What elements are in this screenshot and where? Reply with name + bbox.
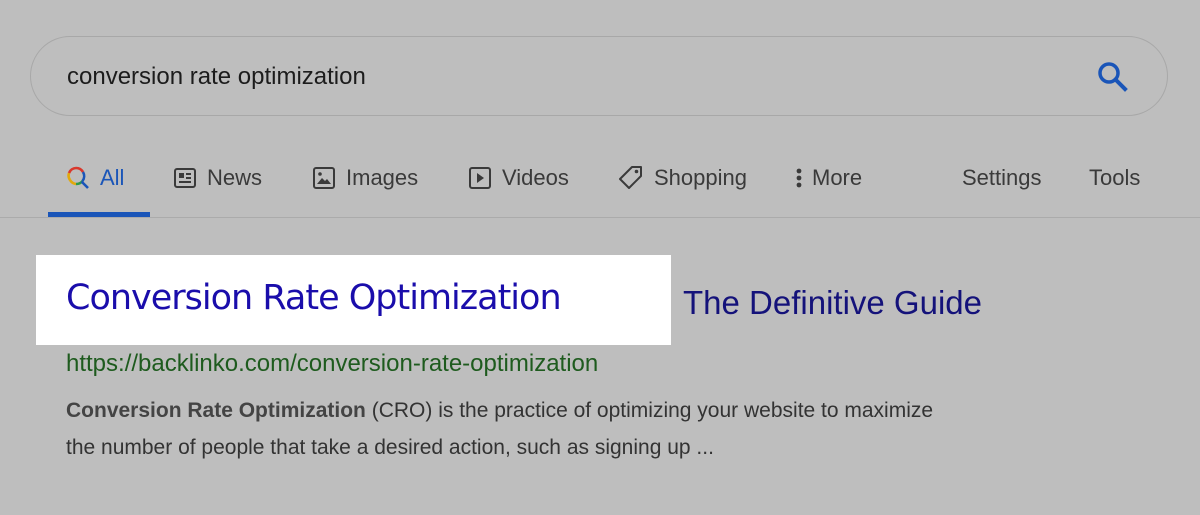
snippet-bold-term: Conversion Rate Optimization xyxy=(66,399,366,422)
tab-label: News xyxy=(207,165,263,190)
tab-images[interactable]: Images xyxy=(312,158,418,198)
settings-link[interactable]: Settings xyxy=(962,158,1042,198)
tab-label: More xyxy=(812,165,863,190)
snippet-line-2: the number of people that take a desired… xyxy=(66,436,714,459)
result-url[interactable]: https://backlinko.com/conversion-rate-op… xyxy=(66,350,598,378)
search-button[interactable] xyxy=(1095,59,1131,95)
search-box xyxy=(30,36,1168,116)
result-title-link[interactable]: Conversion Rate Optimization xyxy=(66,278,562,318)
result-snippet: Conversion Rate Optimization (CRO) is th… xyxy=(66,392,1146,466)
tag-icon xyxy=(618,165,644,191)
tab-videos[interactable]: Videos xyxy=(468,158,569,198)
tab-all[interactable]: All xyxy=(66,158,124,198)
result-title-suffix-link[interactable]: The Definitive Guide xyxy=(683,284,982,322)
image-icon xyxy=(312,166,336,190)
tab-news[interactable]: News xyxy=(173,158,262,198)
tab-label: Images xyxy=(346,165,419,190)
snippet-text: (CRO) is the practice of optimizing your… xyxy=(365,399,934,422)
more-vertical-icon xyxy=(794,166,804,190)
search-icon xyxy=(1098,62,1128,92)
play-icon xyxy=(468,166,492,190)
search-input[interactable] xyxy=(67,57,1047,97)
tools-link[interactable]: Tools xyxy=(1089,158,1140,198)
tab-label: Videos xyxy=(502,165,569,190)
newspaper-icon xyxy=(173,166,197,190)
tools-label: Tools xyxy=(1089,165,1141,190)
tab-shopping[interactable]: Shopping xyxy=(618,158,747,198)
tabs-divider xyxy=(0,217,1200,218)
settings-label: Settings xyxy=(962,165,1042,190)
tab-more[interactable]: More xyxy=(794,158,862,198)
tab-label: Shopping xyxy=(654,165,747,190)
google-search-icon xyxy=(66,166,90,190)
snippet-line-1: Conversion Rate Optimization (CRO) is th… xyxy=(66,392,1146,429)
tab-label: All xyxy=(100,165,125,190)
